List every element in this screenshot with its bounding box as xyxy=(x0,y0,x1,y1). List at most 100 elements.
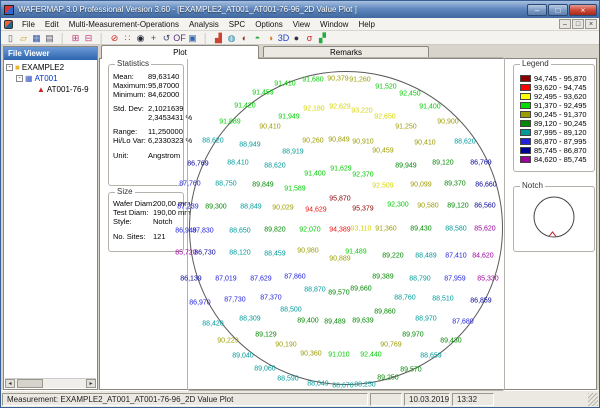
menu-item[interactable]: SPC xyxy=(224,20,250,29)
site-value[interactable]: 94,629 xyxy=(305,207,326,214)
site-value[interactable]: 87,239 xyxy=(177,204,198,211)
site-value[interactable]: 91,400 xyxy=(419,104,440,111)
site-value[interactable]: 91,010 xyxy=(328,352,349,359)
site-value[interactable]: 91,459 xyxy=(252,90,273,97)
site-value[interactable]: 86,859 xyxy=(470,298,491,305)
site-value[interactable]: 88,580 xyxy=(445,226,466,233)
site-pattern-button[interactable]: ∷ xyxy=(121,32,134,44)
site-value[interactable]: 90,769 xyxy=(380,342,401,349)
mdi-close-button[interactable]: × xyxy=(585,19,597,29)
site-value[interactable]: 90,410 xyxy=(414,140,435,147)
menu-item[interactable]: Analysis xyxy=(184,20,224,29)
site-value[interactable]: 91,889 xyxy=(219,119,240,126)
site-value[interactable]: 88,919 xyxy=(282,149,303,156)
site-value[interactable]: 88,489 xyxy=(415,253,436,260)
scrollbar-thumb[interactable] xyxy=(17,379,43,388)
site-value[interactable]: 91,949 xyxy=(278,114,299,121)
site-value[interactable]: 91,520 xyxy=(375,84,396,91)
site-value[interactable]: 88,760 xyxy=(394,295,415,302)
site-value[interactable]: 95,379 xyxy=(352,206,373,213)
site-value[interactable]: 94,389 xyxy=(329,227,350,234)
site-value[interactable]: 90,260 xyxy=(302,138,323,145)
tree-item[interactable]: - ▦ AT001 xyxy=(16,73,97,84)
site-value[interactable]: 90,360 xyxy=(300,351,321,358)
trend-chart-button[interactable]: ▞ xyxy=(316,32,329,44)
site-value[interactable]: 87,760 xyxy=(179,181,200,188)
site-value[interactable]: 89,060 xyxy=(254,366,275,373)
site-value[interactable]: 85,620 xyxy=(474,226,495,233)
site-value[interactable]: 87,860 xyxy=(284,274,305,281)
site-value[interactable]: 89,220 xyxy=(382,253,403,260)
site-value[interactable]: 88,970 xyxy=(415,316,436,323)
contour-plot-button[interactable]: ◍ xyxy=(225,32,238,44)
site-value[interactable]: 89,570 xyxy=(400,367,421,374)
site-value[interactable]: 89,860 xyxy=(374,309,395,316)
site-value[interactable]: 87,629 xyxy=(250,276,271,283)
site-value[interactable]: 88,410 xyxy=(227,160,248,167)
site-value[interactable]: 93,220 xyxy=(351,108,372,115)
menu-item[interactable]: File xyxy=(17,20,40,29)
copy-plot-button[interactable]: ▣ xyxy=(186,32,199,44)
site-value[interactable]: 92,180 xyxy=(303,106,324,113)
site-value[interactable]: 88,590 xyxy=(277,376,298,383)
site-value[interactable]: 88,250 xyxy=(354,382,375,389)
site-value[interactable]: 91,629 xyxy=(330,166,351,173)
copy-measurement-button[interactable]: ⊞ xyxy=(69,32,82,44)
site-value[interactable]: 87,830 xyxy=(192,228,213,235)
site-value[interactable]: 91,420 xyxy=(234,103,255,110)
resize-grip[interactable] xyxy=(588,392,598,406)
paste-measurement-button[interactable]: ⊟ xyxy=(82,32,95,44)
print-button[interactable]: ▤ xyxy=(43,32,56,44)
site-value[interactable]: 87,959 xyxy=(444,276,465,283)
site-value[interactable]: 88,620 xyxy=(454,139,475,146)
site-value[interactable]: 89,389 xyxy=(372,274,393,281)
site-value[interactable]: 89,300 xyxy=(205,204,226,211)
tree-expander[interactable]: - xyxy=(16,75,23,82)
site-value[interactable]: 88,309 xyxy=(239,316,260,323)
site-value[interactable]: 88,949 xyxy=(239,142,260,149)
site-value[interactable]: 92,370 xyxy=(352,172,373,179)
site-value[interactable]: 88,659 xyxy=(420,353,441,360)
separator[interactable]: │ xyxy=(56,32,69,44)
site-value[interactable]: 85,330 xyxy=(477,276,498,283)
site-value[interactable]: 93,110 xyxy=(351,226,372,233)
site-value[interactable]: 88,510 xyxy=(432,296,453,303)
tree-expander[interactable]: - xyxy=(6,64,13,71)
site-value[interactable]: 91,410 xyxy=(274,81,295,88)
histogram-button[interactable]: ▟ xyxy=(212,32,225,44)
site-value[interactable]: 92,300 xyxy=(387,202,408,209)
site-value[interactable]: 90,190 xyxy=(275,342,296,349)
site-value[interactable]: 88,049 xyxy=(307,381,328,388)
site-value[interactable]: 89,970 xyxy=(402,332,423,339)
site-value[interactable]: 89,430 xyxy=(410,226,431,233)
site-value[interactable]: 90,459 xyxy=(372,148,393,155)
scroll-right-arrow-icon[interactable]: ▸ xyxy=(86,379,96,388)
site-value[interactable]: 88,849 xyxy=(240,204,261,211)
site-value[interactable]: 95,870 xyxy=(329,196,350,203)
site-value[interactable]: 89,120 xyxy=(447,203,468,210)
site-value[interactable]: 90,980 xyxy=(297,248,318,255)
exclude-sites-button[interactable]: ⊘ xyxy=(108,32,121,44)
site-value[interactable]: 88,790 xyxy=(409,276,430,283)
site-value[interactable]: 89,120 xyxy=(432,160,453,167)
site-value[interactable]: 91,680 xyxy=(302,77,323,84)
site-value[interactable]: 88,620 xyxy=(264,163,285,170)
site-value[interactable]: 87,410 xyxy=(445,253,466,260)
site-value[interactable]: 90,580 xyxy=(417,203,438,210)
plot-3d-button[interactable]: 3D xyxy=(277,32,290,44)
site-value[interactable]: 91,400 xyxy=(304,171,325,178)
wafer-green-button[interactable]: ◓ xyxy=(251,32,264,44)
menu-item[interactable]: Help xyxy=(353,20,379,29)
site-value[interactable]: 89,489 xyxy=(324,319,345,326)
of-tool-button[interactable]: OF xyxy=(173,32,186,44)
menu-item[interactable]: Edit xyxy=(40,20,64,29)
separator[interactable]: │ xyxy=(95,32,108,44)
site-value[interactable]: 90,229 xyxy=(217,338,238,345)
scroll-left-arrow-icon[interactable]: ◂ xyxy=(5,379,15,388)
site-value[interactable]: 89,400 xyxy=(297,318,318,325)
site-value[interactable]: 92,650 xyxy=(374,114,395,121)
site-value[interactable]: 90,910 xyxy=(352,139,373,146)
site-value[interactable]: 91,589 xyxy=(284,186,305,193)
site-value[interactable]: 88,650 xyxy=(229,228,250,235)
separator[interactable]: │ xyxy=(199,32,212,44)
